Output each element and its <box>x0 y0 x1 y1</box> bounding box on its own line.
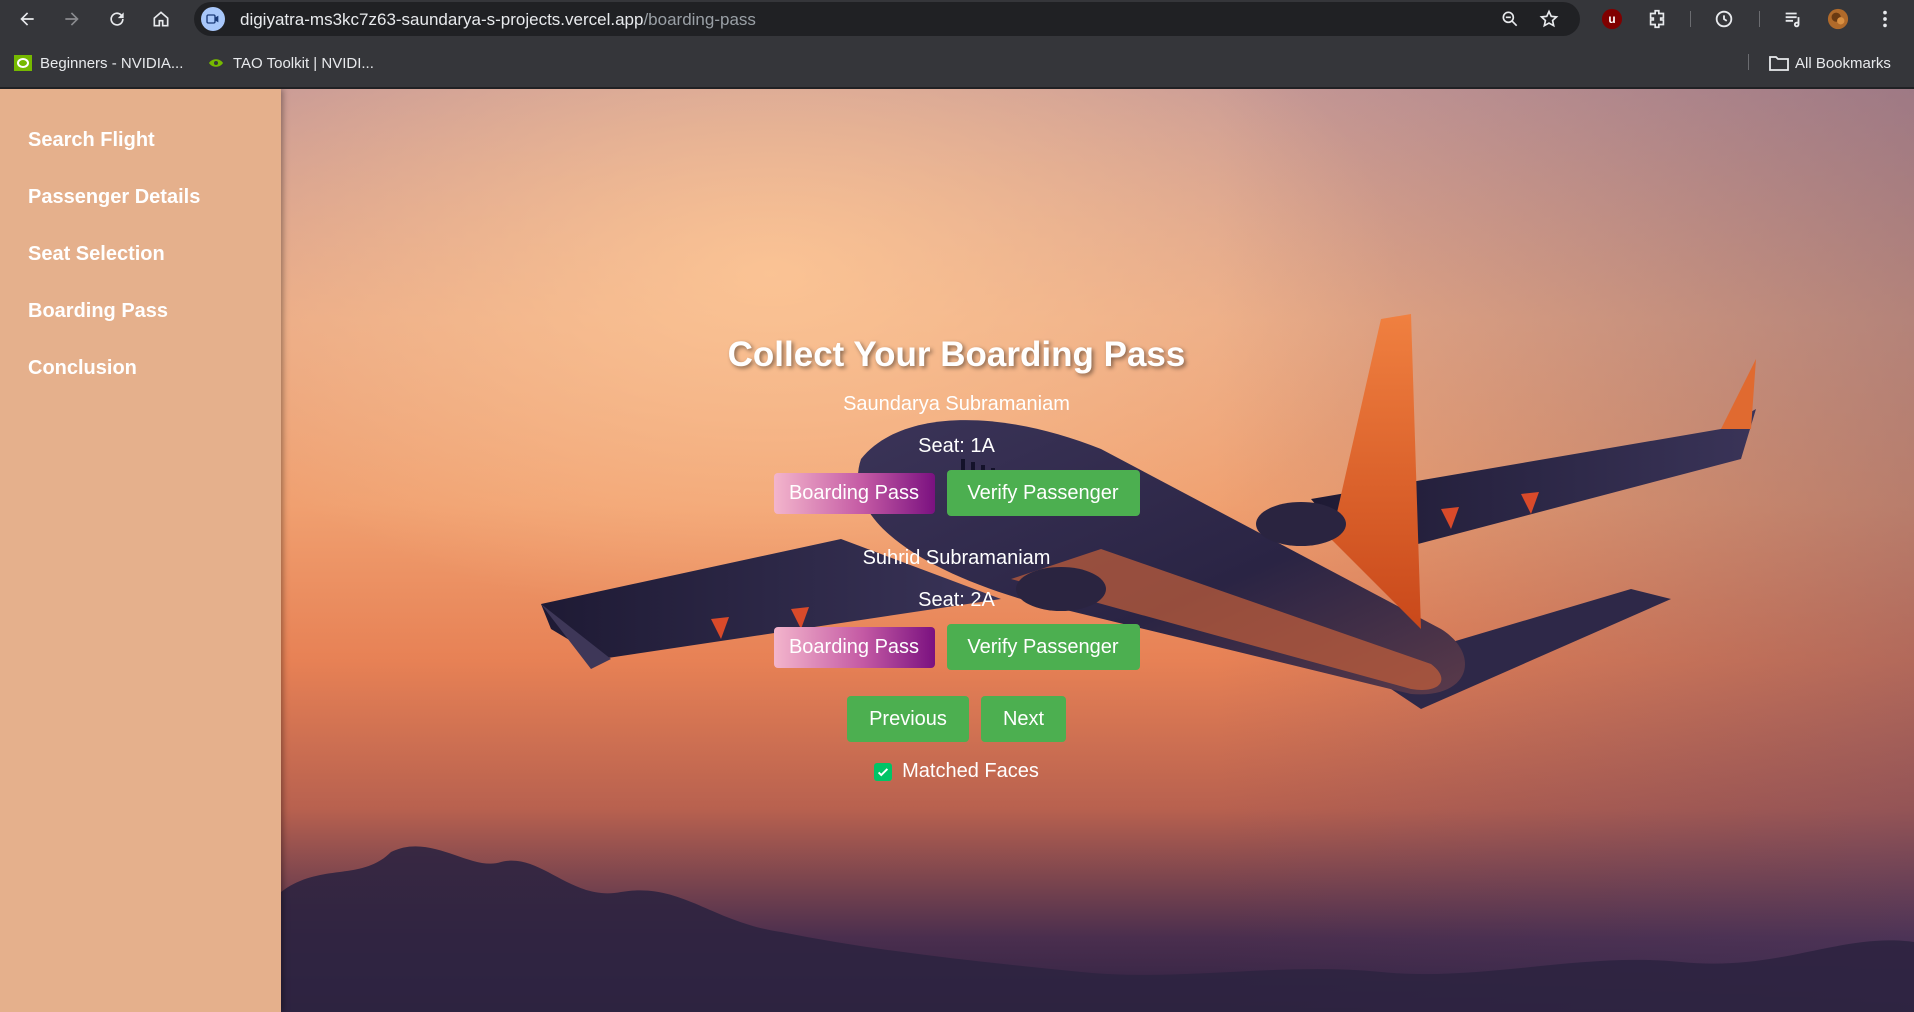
main-content: Collect Your Boarding Pass Saundarya Sub… <box>281 89 1632 1012</box>
sidebar-item-passenger-details[interactable]: Passenger Details <box>0 184 281 241</box>
site-info-icon[interactable] <box>201 7 225 31</box>
bookmark-label: TAO Toolkit | NVIDI... <box>233 54 374 72</box>
folder-icon <box>1769 55 1789 71</box>
sidebar-item-search-flight[interactable]: Search Flight <box>0 127 281 184</box>
all-bookmarks-label: All Bookmarks <box>1795 54 1891 72</box>
forward-icon[interactable] <box>58 5 86 33</box>
passenger-actions: Boarding Pass Verify Passenger <box>773 624 1140 670</box>
matched-faces-checkbox[interactable]: Matched Faces <box>874 760 1039 783</box>
bookmark-label: Beginners - NVIDIA... <box>40 54 184 72</box>
nvidia-icon <box>14 55 32 71</box>
url-text[interactable]: digiyatra-ms3kc7z63-saundarya-s-projects… <box>240 10 756 30</box>
wizard-navigation: Previous Next <box>847 696 1066 742</box>
passenger-name: Saundarya Subramaniam <box>843 393 1070 415</box>
passenger-seat: Seat: 1A <box>918 435 995 457</box>
toolbar-divider <box>1690 11 1691 27</box>
media-playlist-icon[interactable] <box>1782 8 1804 30</box>
bookmark-star-icon[interactable] <box>1539 9 1559 29</box>
bookmarks-bar: Beginners - NVIDIA... TAO Toolkit | NVID… <box>0 38 1914 88</box>
verify-passenger-button[interactable]: Verify Passenger <box>946 624 1140 670</box>
page-viewport: Search Flight Passenger Details Seat Sel… <box>0 89 1914 1012</box>
matched-faces-label: Matched Faces <box>902 760 1039 782</box>
sidebar-item-boarding-pass[interactable]: Boarding Pass <box>0 298 281 355</box>
previous-button[interactable]: Previous <box>847 696 969 742</box>
zoom-icon[interactable] <box>1500 9 1520 29</box>
next-button[interactable]: Next <box>981 696 1066 742</box>
history-icon[interactable] <box>1713 8 1735 30</box>
ublock-extension-icon[interactable]: u <box>1601 8 1623 30</box>
profile-avatar[interactable] <box>1827 8 1849 30</box>
passenger-actions: Boarding Pass Verify Passenger <box>773 470 1140 516</box>
sidebar-item-seat-selection[interactable]: Seat Selection <box>0 241 281 298</box>
verify-passenger-button[interactable]: Verify Passenger <box>946 470 1140 516</box>
all-bookmarks-button[interactable]: All Bookmarks <box>1769 52 1891 74</box>
reload-icon[interactable] <box>103 5 131 33</box>
nvidia-icon <box>207 55 225 71</box>
passenger-seat: Seat: 2A <box>918 589 995 611</box>
back-icon[interactable] <box>13 5 41 33</box>
menu-kebab-icon[interactable] <box>1874 8 1896 30</box>
url-domain: digiyatra-ms3kc7z63-saundarya-s-projects… <box>240 10 644 29</box>
checkbox-checked-icon[interactable] <box>874 762 893 781</box>
address-bar[interactable]: digiyatra-ms3kc7z63-saundarya-s-projects… <box>194 2 1580 36</box>
page-title: Collect Your Boarding Pass <box>727 335 1186 374</box>
bookmark-item[interactable]: TAO Toolkit | NVIDI... <box>207 52 374 74</box>
boarding-pass-button[interactable]: Boarding Pass <box>773 626 935 668</box>
sidebar-item-conclusion[interactable]: Conclusion <box>0 355 281 412</box>
home-icon[interactable] <box>147 5 175 33</box>
bookmark-item[interactable]: Beginners - NVIDIA... <box>14 52 183 74</box>
passenger-name: Suhrid Subramaniam <box>862 547 1051 569</box>
boarding-pass-button[interactable]: Boarding Pass <box>773 472 935 514</box>
sidebar: Search Flight Passenger Details Seat Sel… <box>0 89 281 1012</box>
browser-toolbar: digiyatra-ms3kc7z63-saundarya-s-projects… <box>0 0 1914 38</box>
bookmarks-divider <box>1748 54 1749 70</box>
toolbar-divider <box>1759 11 1760 27</box>
extension-badge-text: u <box>1608 12 1615 26</box>
url-path: /boarding-pass <box>643 10 756 29</box>
extensions-puzzle-icon[interactable] <box>1646 8 1668 30</box>
